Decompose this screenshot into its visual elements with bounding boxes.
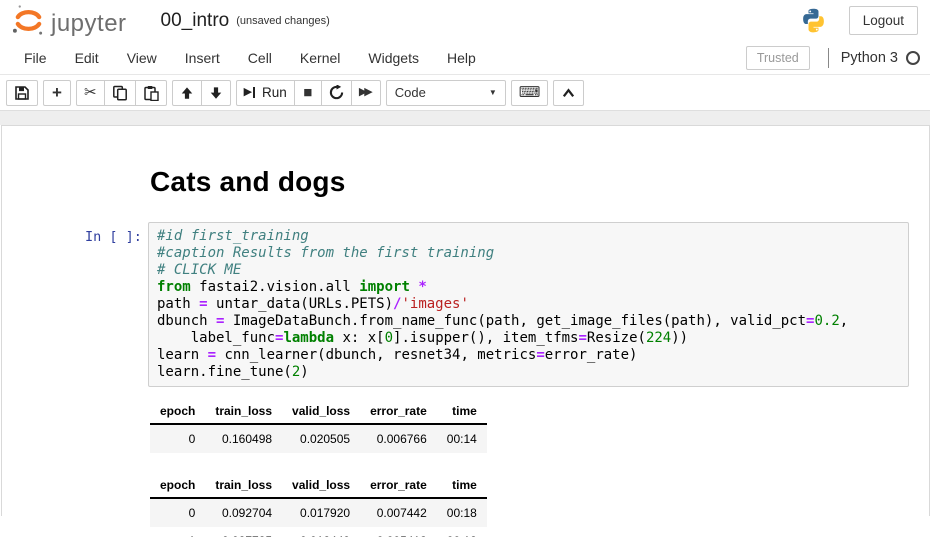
jupyter-logo[interactable]: jupyter — [12, 4, 127, 37]
column-header: valid_loss — [282, 400, 360, 424]
table-cell: 00:14 — [437, 424, 487, 453]
kernel-name: Python 3 — [841, 50, 898, 66]
table-cell: 0.005413 — [360, 527, 437, 537]
restart-run-all-button[interactable]: ▶▶ — [351, 80, 381, 106]
notebook-title[interactable]: 00_intro — [161, 10, 230, 32]
caret-down-icon: ▼ — [489, 88, 497, 97]
column-header: train_loss — [205, 400, 282, 424]
stop-icon: ■ — [303, 85, 312, 100]
column-header: error_rate — [360, 400, 437, 424]
table-row: 10.0277850.0124490.00541300:18 — [150, 527, 487, 537]
column-header: train_loss — [205, 474, 282, 498]
restart-kernel-button[interactable] — [321, 80, 352, 106]
jupyter-logo-icon — [12, 4, 45, 37]
table-cell: 0 — [150, 498, 205, 527]
jupyter-wordmark: jupyter — [51, 11, 127, 37]
markdown-cell[interactable]: Cats and dogs — [150, 166, 909, 198]
refresh-icon — [329, 85, 344, 100]
autosave-status: (unsaved changes) — [236, 15, 330, 27]
copy-icon — [112, 85, 128, 101]
training-results-table-2: epochtrain_lossvalid_losserror_ratetime0… — [150, 474, 487, 537]
notebook-heading: Cats and dogs — [150, 166, 909, 198]
table-cell: 0.027785 — [205, 527, 282, 537]
run-label: Run — [262, 85, 287, 100]
copy-cell-button[interactable] — [104, 80, 136, 106]
column-header: error_rate — [360, 474, 437, 498]
insert-cell-below-button[interactable]: + — [43, 80, 71, 106]
separator — [828, 48, 829, 68]
arrow-up-icon — [180, 86, 194, 100]
save-button[interactable] — [6, 80, 38, 106]
column-header: epoch — [150, 474, 205, 498]
table-cell: 0.020505 — [282, 424, 360, 453]
code-lines: #id first_training#caption Results from … — [157, 228, 900, 381]
table-cell: 0.006766 — [360, 424, 437, 453]
table-cell: 0.012449 — [282, 527, 360, 537]
table-cell: 1 — [150, 527, 205, 537]
notebook-header: jupyter 00_intro (unsaved changes) Logou… — [0, 0, 930, 41]
cell-type-select[interactable]: Code ▼ — [386, 80, 506, 106]
code-editor[interactable]: #id first_training#caption Results from … — [148, 222, 909, 387]
run-cell-button[interactable]: ▶ Run — [236, 80, 295, 106]
table-cell: 0 — [150, 424, 205, 453]
paste-cell-button[interactable] — [135, 80, 167, 106]
cut-cell-button[interactable]: ✂ — [76, 80, 105, 106]
code-cell: In [ ]: #id first_training#caption Resul… — [85, 222, 909, 387]
save-icon — [14, 85, 30, 101]
column-header: time — [437, 474, 487, 498]
table-cell: 00:18 — [437, 527, 487, 537]
chevron-up-icon — [561, 86, 576, 100]
menu-kernel[interactable]: Kernel — [286, 43, 354, 73]
keyboard-icon: ⌨ — [519, 85, 541, 100]
menu-cell[interactable]: Cell — [234, 43, 286, 73]
python-logo-icon — [800, 7, 827, 34]
move-cell-up-button[interactable] — [172, 80, 202, 106]
command-palette-button[interactable]: ⌨ — [511, 80, 549, 106]
fast-forward-icon: ▶▶ — [359, 87, 373, 98]
kernel-idle-indicator-icon — [906, 51, 920, 65]
column-header: time — [437, 400, 487, 424]
scissors-icon: ✂ — [84, 85, 97, 100]
logout-button[interactable]: Logout — [849, 6, 918, 35]
input-prompt: In [ ]: — [85, 222, 148, 245]
cell-type-value: Code — [395, 85, 426, 100]
column-header: valid_loss — [282, 474, 360, 498]
menu-file[interactable]: File — [10, 43, 61, 73]
menu-edit[interactable]: Edit — [61, 43, 113, 73]
paste-icon — [143, 85, 159, 101]
arrow-down-icon — [209, 86, 223, 100]
move-cell-down-button[interactable] — [201, 80, 231, 106]
step-forward-icon: ▶ — [244, 87, 252, 98]
menu-bar: File Edit View Insert Cell Kernel Widget… — [0, 41, 930, 75]
toolbar: + ✂ — [0, 75, 930, 110]
table-cell: 0.092704 — [205, 498, 282, 527]
table-row: 00.0927040.0179200.00744200:18 — [150, 498, 487, 527]
step-forward-bar-icon — [253, 87, 255, 98]
menu-view[interactable]: View — [113, 43, 171, 73]
interrupt-kernel-button[interactable]: ■ — [294, 80, 322, 106]
page-background-strip — [0, 110, 930, 125]
table-cell: 0.160498 — [205, 424, 282, 453]
training-results-table-1: epochtrain_lossvalid_losserror_ratetime0… — [150, 400, 487, 453]
menu-insert[interactable]: Insert — [171, 43, 234, 73]
table-row: 00.1604980.0205050.00676600:14 — [150, 424, 487, 453]
output-area: epochtrain_lossvalid_losserror_ratetime0… — [150, 387, 909, 537]
table-cell: 00:18 — [437, 498, 487, 527]
trusted-badge[interactable]: Trusted — [746, 46, 810, 70]
table-cell: 0.017920 — [282, 498, 360, 527]
column-header: epoch — [150, 400, 205, 424]
menu-help[interactable]: Help — [433, 43, 490, 73]
collapse-toolbar-button[interactable] — [553, 80, 584, 106]
menu-widgets[interactable]: Widgets — [354, 43, 433, 73]
table-cell: 0.007442 — [360, 498, 437, 527]
plus-icon: + — [52, 84, 62, 101]
notebook-container: Cats and dogs In [ ]: #id first_training… — [1, 125, 930, 516]
